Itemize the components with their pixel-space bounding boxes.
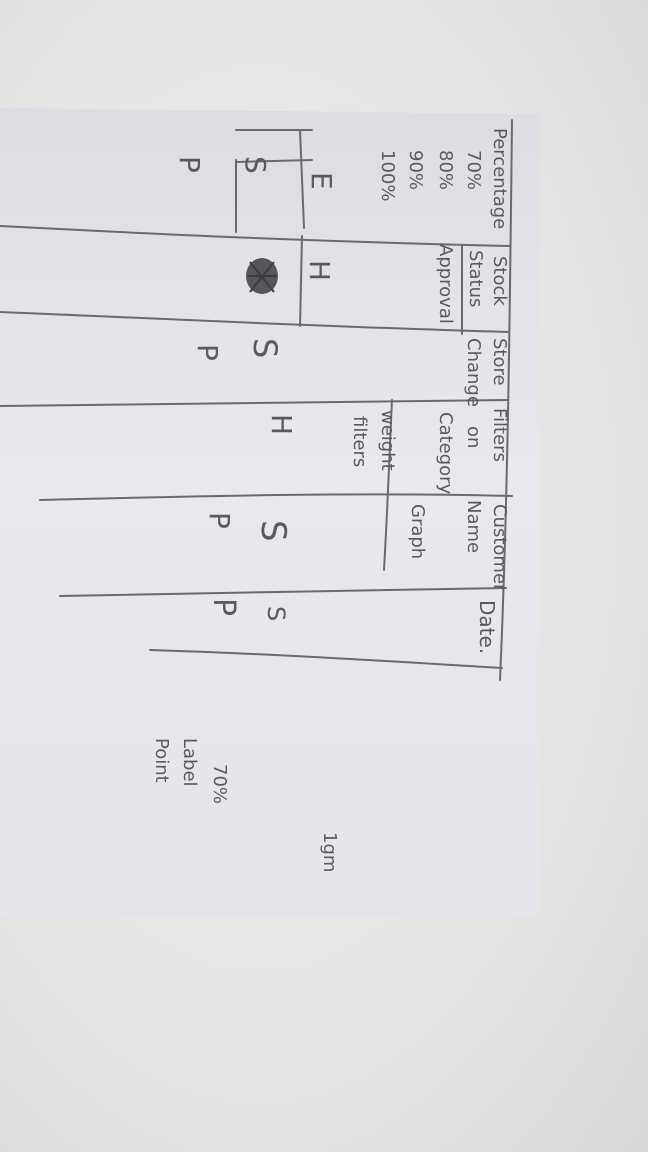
- cell-letter: H: [303, 260, 336, 281]
- side-note-line: Label: [179, 738, 200, 787]
- cell-letter: P: [206, 598, 241, 616]
- header-text: Percentage: [489, 128, 510, 229]
- column-cells-date: S: [262, 606, 290, 621]
- header-text: Customer: [489, 504, 510, 592]
- column-cells-filters: H: [265, 414, 298, 435]
- table-grid-lines: [0, 119, 513, 681]
- header-text: 80%: [435, 150, 456, 190]
- header-text: Stock: [489, 256, 510, 306]
- header-text: Graph: [407, 504, 428, 559]
- header-text: on: [463, 426, 484, 448]
- column-header-customer-name: Customer Name Graph: [407, 500, 510, 592]
- header-text: filters: [349, 416, 370, 467]
- column-header-percentage: Percentage 70% 80% 90% 100%: [377, 128, 510, 229]
- cell-letter: P: [173, 156, 206, 173]
- column-cells-percentage: E S P: [173, 156, 338, 190]
- cell-letter: P: [203, 512, 236, 529]
- column-divider-4: [39, 493, 513, 501]
- side-note-line: 70%: [209, 764, 230, 804]
- corner-note-text: 1gm: [319, 832, 340, 872]
- header-text: Store: [489, 338, 510, 386]
- column-cells-customer-name: S: [253, 520, 293, 542]
- column-divider-2: [0, 311, 509, 333]
- cell-letter: S: [239, 156, 272, 174]
- column-cells-date-2: P: [206, 598, 241, 616]
- header-text: Approval: [435, 244, 456, 324]
- cell-divider-1b: [299, 129, 305, 229]
- header-text: Category: [435, 412, 456, 495]
- header-text: Status: [465, 250, 486, 307]
- cell-letter: E: [305, 172, 338, 190]
- side-note: 70% Label Point: [151, 738, 230, 804]
- cell-divider-2: [299, 235, 303, 327]
- column-divider-5: [59, 587, 507, 597]
- cell-letter: S: [253, 520, 293, 542]
- cell-letter: H: [265, 414, 298, 435]
- corner-note: 1gm: [319, 832, 340, 872]
- column-divider-3: [0, 399, 509, 407]
- header-text: Filters: [489, 408, 510, 462]
- column-cells-store-change: S: [246, 338, 284, 358]
- column-header-filters: Filters on Category weight filters: [349, 408, 510, 495]
- column-divider-1: [0, 225, 511, 247]
- header-text: 70%: [463, 150, 484, 190]
- cell-letter: S: [246, 338, 284, 358]
- header-text: Name: [463, 500, 484, 553]
- column-cells-store-change-2: P: [191, 344, 224, 361]
- header-text: 90%: [405, 150, 426, 190]
- header-text: weight: [377, 410, 398, 471]
- column-divider-6: [149, 649, 503, 669]
- column-cells-customer-name-2: P: [203, 512, 236, 529]
- column-header-date: Date.: [475, 600, 499, 654]
- header-text: Change: [463, 338, 484, 407]
- column-header-store-change: Store Change: [463, 338, 510, 407]
- header-text: Date.: [475, 600, 499, 654]
- scribbled-out-mark: [246, 258, 278, 294]
- cell-letter: S: [262, 606, 290, 621]
- column-header-stock-status: Stock Status Approval: [435, 244, 510, 324]
- cell-letter: P: [191, 344, 224, 361]
- side-note-line: Point: [151, 738, 172, 783]
- photo-background: Percentage 70% 80% 90% 100% E S P Stock …: [0, 0, 648, 1152]
- column-cells-stock-status: H: [303, 260, 336, 281]
- hand-drawn-table-sketch: Percentage 70% 80% 90% 100% E S P Stock …: [0, 119, 513, 872]
- header-text: 100%: [377, 150, 398, 201]
